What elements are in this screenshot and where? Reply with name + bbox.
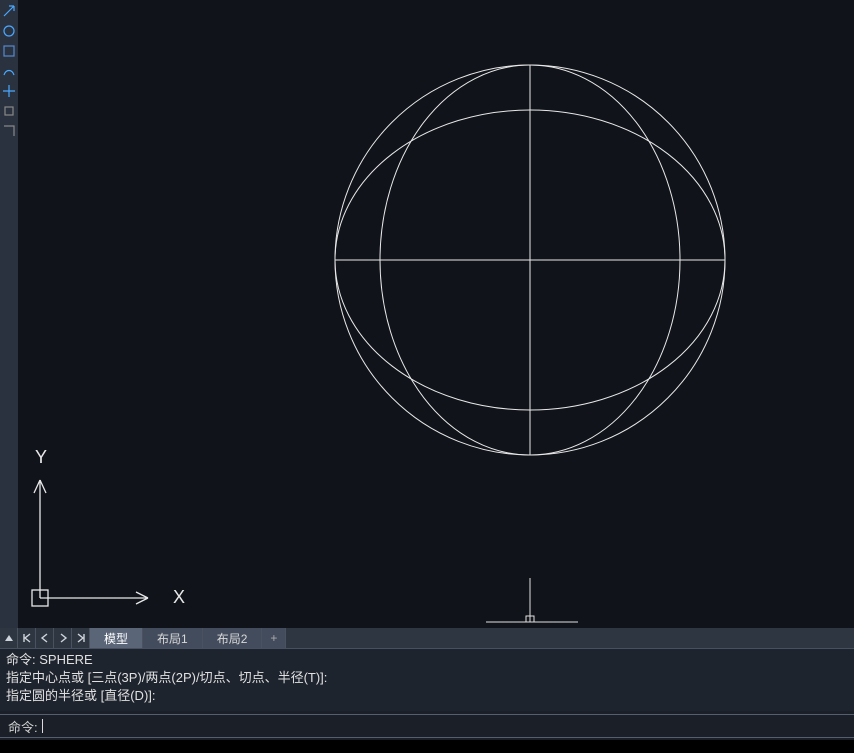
command-history-line: 指定圆的半径或 [直径(D)]: [6,687,848,705]
window-bottom-edge [0,740,854,753]
tab-label: 布局1 [157,630,188,647]
sphere-wireframe [335,65,725,455]
tool-icon[interactable] [2,24,16,38]
tool-icon[interactable] [2,64,16,78]
tab-model[interactable]: 模型 [90,628,143,648]
command-prompt: 命令: [8,717,38,736]
tab-label: 布局2 [217,630,248,647]
command-input[interactable] [43,715,846,737]
tab-layout1[interactable]: 布局1 [143,628,203,648]
drawing-canvas[interactable]: X Y [18,0,854,628]
tabs-first[interactable] [18,628,36,648]
ucs-y-label: Y [35,447,47,467]
command-input-row: 命令: [0,714,854,738]
tabs-scroll-up[interactable] [0,628,18,648]
ucs-x-label: X [173,587,185,607]
tabs-last[interactable] [72,628,90,648]
tool-icon[interactable] [2,84,16,98]
tab-layout2[interactable]: 布局2 [203,628,263,648]
layout-tabs-bar: 模型 布局1 布局2 + [0,628,854,648]
ground-indicator [486,578,578,622]
command-history-line: 指定中心点或 [三点(3P)/两点(2P)/切点、切点、半径(T)]: [6,669,848,687]
left-toolbar [0,0,18,628]
tool-icon[interactable] [2,4,16,18]
tab-add-label: + [270,631,277,645]
ucs-icon: X Y [32,447,185,607]
tab-label: 模型 [104,630,128,647]
command-history-line: 命令: SPHERE [6,651,848,669]
tabs-next[interactable] [54,628,72,648]
tool-icon[interactable] [2,44,16,58]
tool-icon[interactable] [2,104,16,118]
command-history: 命令: SPHERE 指定中心点或 [三点(3P)/两点(2P)/切点、切点、半… [0,648,854,711]
tab-add[interactable]: + [262,628,286,648]
tabs-prev[interactable] [36,628,54,648]
tool-icon[interactable] [2,124,16,138]
